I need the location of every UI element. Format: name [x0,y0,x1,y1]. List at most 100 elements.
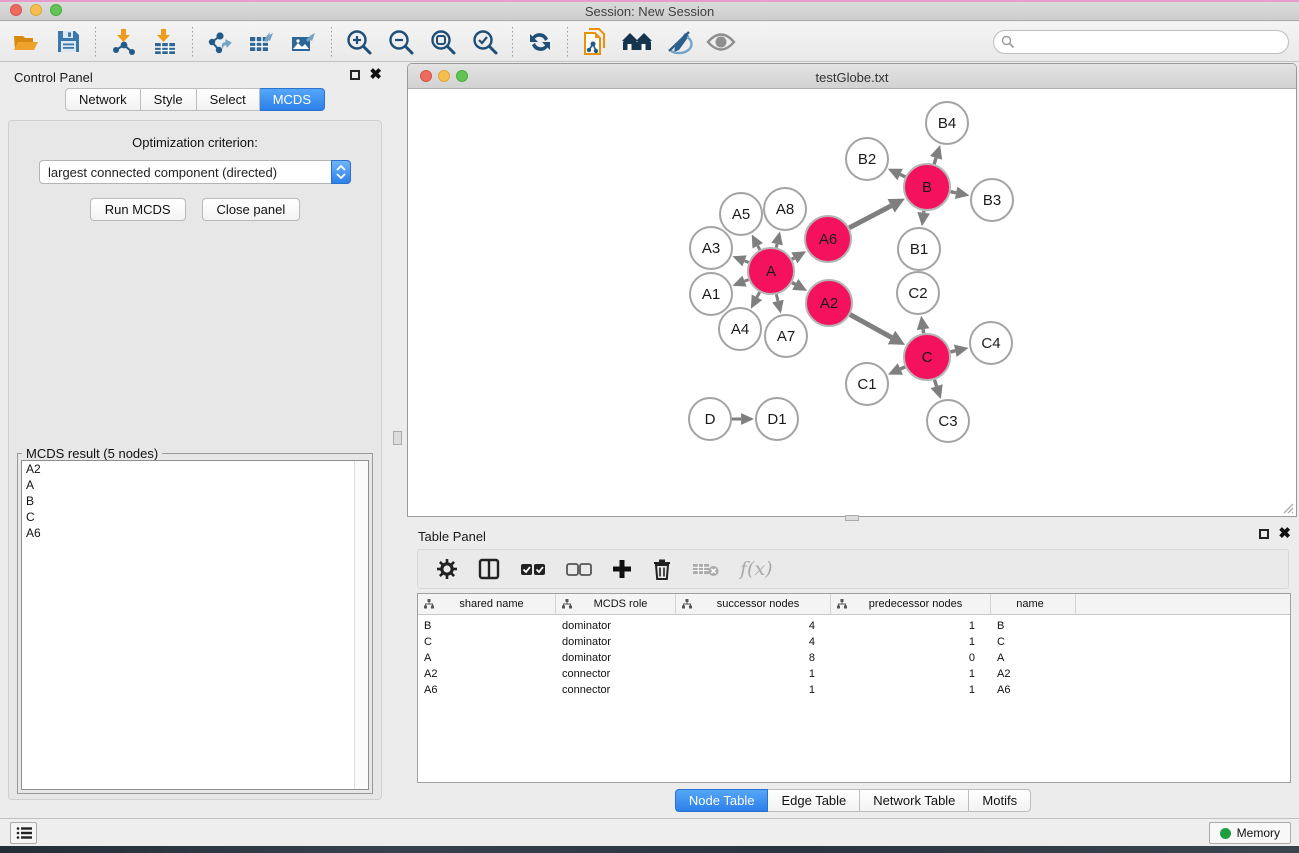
delete-button[interactable] [652,558,672,580]
table-row[interactable]: Adominator80A [418,650,1290,666]
column-header-MCDS-role[interactable]: MCDS role [556,594,676,614]
edge-C-C1[interactable] [900,367,905,369]
column-header-predecessor-nodes[interactable]: predecessor nodes [831,594,991,614]
resize-grip-icon[interactable] [1280,500,1294,514]
table-row[interactable]: A2connector11A2 [418,666,1290,682]
table-cell[interactable]: 8 [676,652,831,664]
edge-C-C3[interactable] [934,380,936,386]
table-row[interactable]: Cdominator41C [418,634,1290,650]
gear-button[interactable] [436,558,458,580]
table-cell[interactable]: 1 [831,668,991,680]
table-row[interactable]: A6connector11A6 [418,682,1290,698]
tab-select[interactable]: Select [197,88,260,111]
table-cell[interactable]: A2 [991,668,1076,680]
export-image-button[interactable] [286,25,322,59]
edge-B-B2[interactable] [900,174,905,176]
network-graph[interactable]: B4B2BB3A8A5A6A3B1AA1C2A2A4A7C4CC1C3DD1 [408,90,1296,516]
table-cell[interactable]: 1 [831,620,991,632]
table-cell[interactable]: A2 [418,668,556,680]
table-cell[interactable]: connector [556,668,676,680]
column-header-name[interactable]: name [991,594,1076,614]
edge-C-C2[interactable] [923,329,924,333]
mcds-result-item[interactable]: C [22,509,368,525]
zoom-in-button[interactable] [341,25,377,59]
table-cell[interactable]: 4 [676,620,831,632]
table-cell[interactable]: C [991,636,1076,648]
tab-network[interactable]: Network [65,88,141,111]
close-panel-button[interactable]: Close panel [202,198,301,221]
column-header-successor-nodes[interactable]: successor nodes [676,594,831,614]
memory-button[interactable]: Memory [1209,822,1291,844]
search-input[interactable] [1015,33,1288,51]
scrollbar[interactable] [354,461,368,789]
edge-C-C4[interactable] [950,351,955,352]
tab-motifs[interactable]: Motifs [969,789,1031,812]
mcds-result-item[interactable]: A [22,477,368,493]
tab-style[interactable]: Style [141,88,197,111]
import-network-button[interactable] [105,25,141,59]
table-row[interactable]: Bdominator41B [418,618,1290,634]
edge-A-A7[interactable] [776,294,778,301]
open-file-button[interactable] [8,25,44,59]
table-cell[interactable]: B [991,620,1076,632]
hide-annotations-button[interactable] [661,25,697,59]
export-table-button[interactable] [244,25,280,59]
table-cell[interactable]: dominator [556,652,676,664]
edge-A-A2[interactable] [792,283,795,285]
zoom-fit-button[interactable] [425,25,461,59]
criterion-dropdown[interactable]: largest connected component (directed) [39,160,351,184]
table-cell[interactable]: 0 [831,652,991,664]
edge-B-B4[interactable] [934,158,936,164]
table-cell[interactable]: 1 [831,684,991,696]
close-panel-icon[interactable]: ✖ [1278,529,1291,539]
tab-node-table[interactable]: Node Table [675,789,769,812]
tab-mcds[interactable]: MCDS [260,88,325,111]
edge-A-A8[interactable] [776,244,777,248]
show-graphics-button[interactable] [703,25,739,59]
table-cell[interactable]: A [991,652,1076,664]
delete-table-button[interactable] [692,561,720,577]
float-panel-icon[interactable] [1259,529,1269,539]
network-window-titlebar[interactable]: testGlobe.txt [408,64,1296,89]
table-cell[interactable]: 4 [676,636,831,648]
edge-A2-C[interactable] [850,315,892,338]
edge-A-A4[interactable] [757,292,760,297]
network-canvas[interactable]: B4B2BB3A8A5A6A3B1AA1C2A2A4A7C4CC1C3DD1 [408,90,1296,516]
table-cell[interactable]: 1 [831,636,991,648]
table-cell[interactable]: connector [556,684,676,696]
node-table[interactable]: shared nameMCDS rolesuccessor nodesprede… [417,593,1291,783]
table-cell[interactable]: 1 [676,668,831,680]
deselect-all-button[interactable] [566,563,592,576]
edge-A-A1[interactable] [745,280,749,282]
mcds-result-item[interactable]: A6 [22,525,368,541]
tab-edge-table[interactable]: Edge Table [768,789,860,812]
run-mcds-button[interactable]: Run MCDS [90,198,186,221]
panel-splitter-vertical[interactable] [390,62,407,818]
function-builder-button[interactable]: f(x) [740,558,773,580]
mcds-result-item[interactable]: B [22,493,368,509]
home-button[interactable] [619,25,655,59]
close-panel-icon[interactable]: ✖ [369,70,382,80]
save-session-button[interactable] [50,25,86,59]
table-cell[interactable]: dominator [556,620,676,632]
split-columns-button[interactable] [478,558,500,580]
splitter-handle[interactable] [393,431,402,445]
table-cell[interactable]: dominator [556,636,676,648]
zoom-selected-button[interactable] [467,25,503,59]
zoom-out-button[interactable] [383,25,419,59]
column-header-shared-name[interactable]: shared name [418,594,556,614]
add-column-button[interactable] [612,559,632,579]
edge-A-A6[interactable] [792,258,794,259]
mcds-result-item[interactable]: A2 [22,461,368,477]
edge-B-B3[interactable] [951,192,957,193]
edge-A-A3[interactable] [745,261,749,263]
select-all-button[interactable] [520,563,546,576]
new-network-from-selection-button[interactable] [577,25,613,59]
task-history-button[interactable] [10,822,37,844]
table-cell[interactable]: A6 [991,684,1076,696]
table-cell[interactable]: B [418,620,556,632]
import-table-button[interactable] [147,25,183,59]
table-cell[interactable]: A [418,652,556,664]
float-panel-icon[interactable] [350,70,360,80]
edge-A-A5[interactable] [758,246,760,250]
